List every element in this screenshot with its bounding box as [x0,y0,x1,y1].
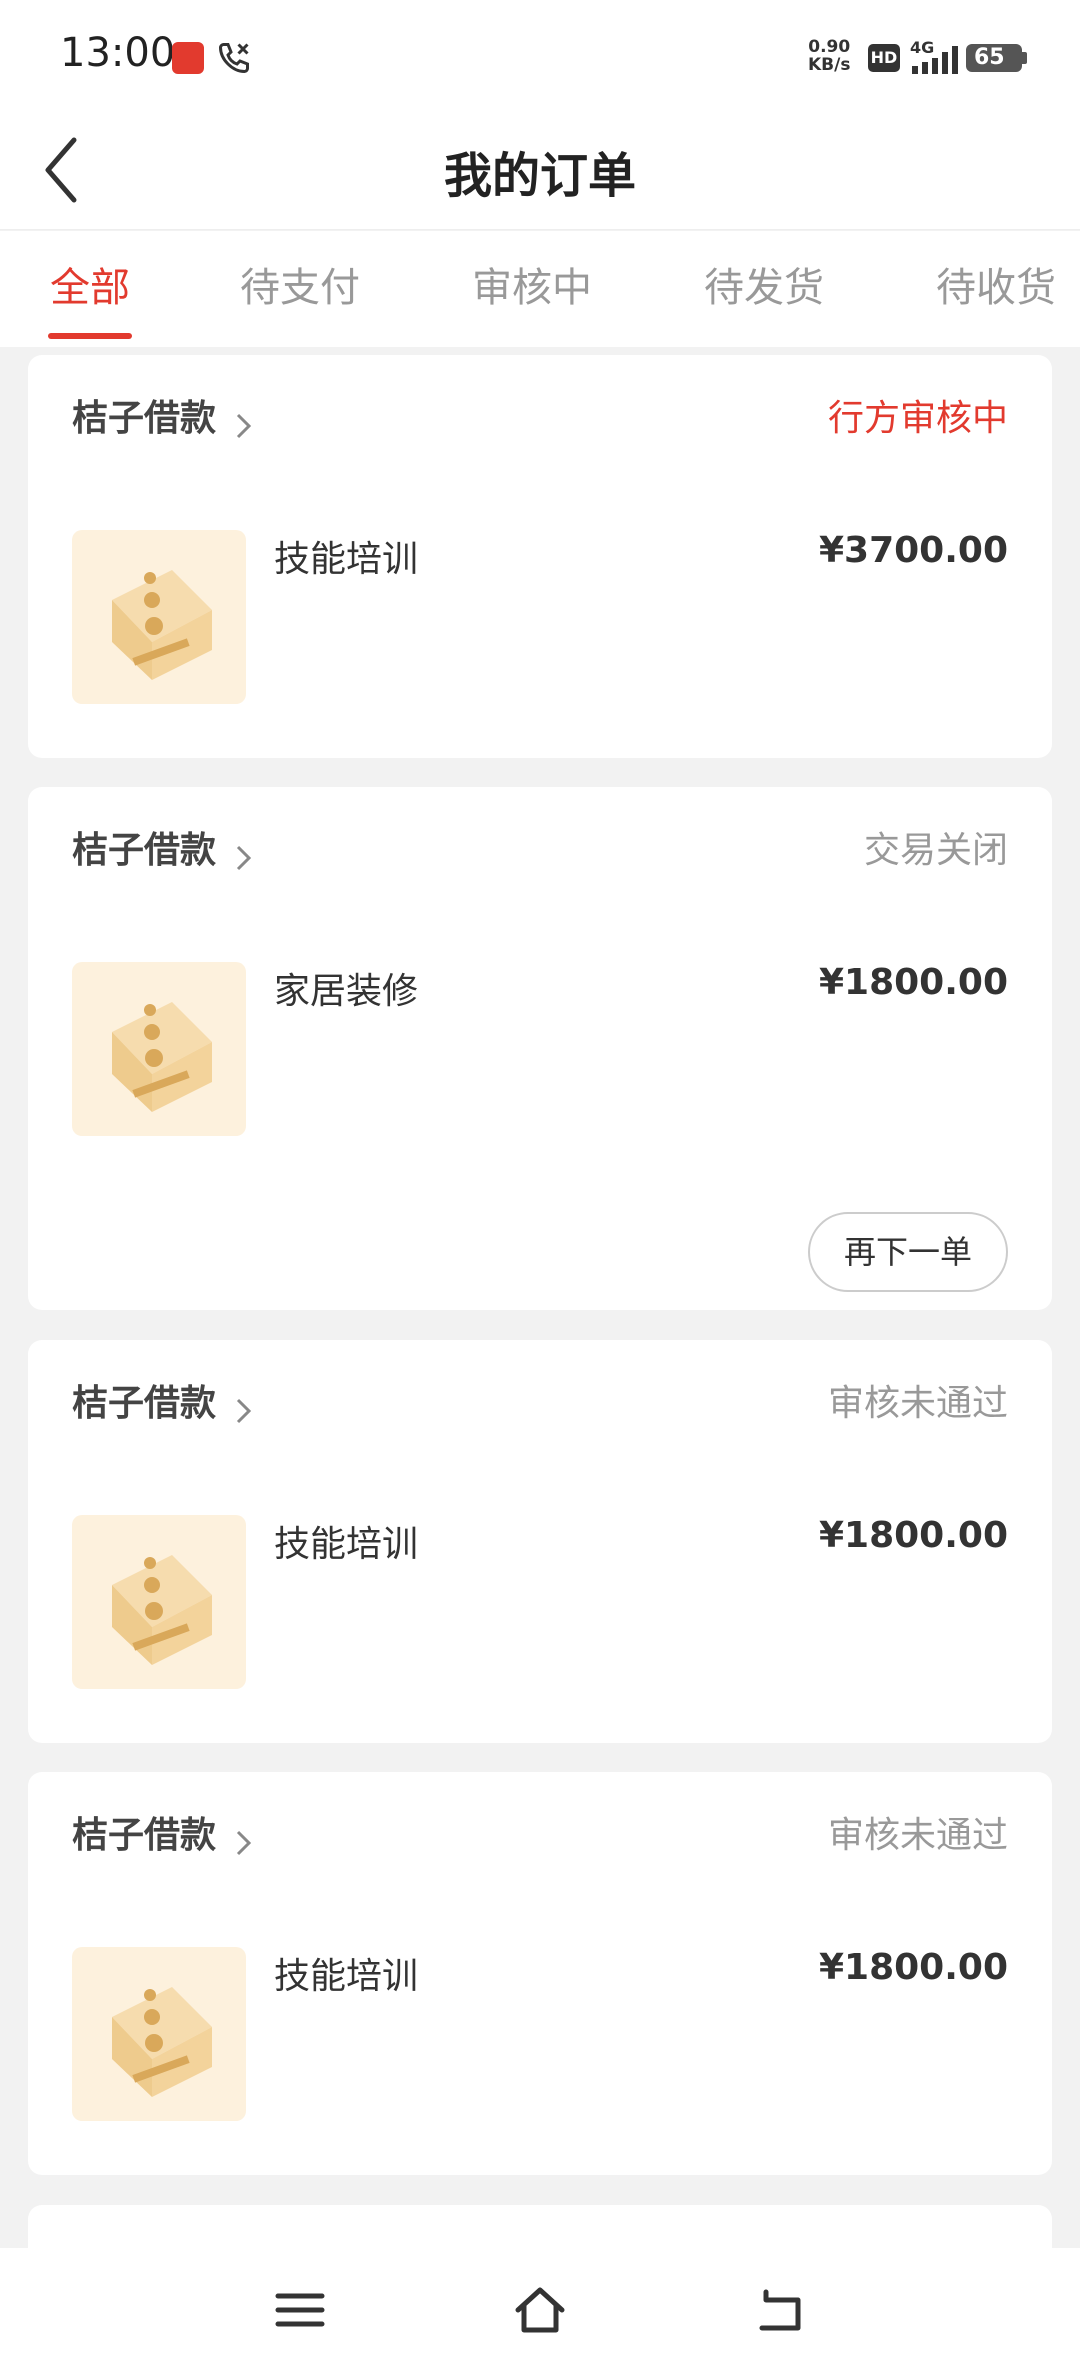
order-card[interactable]: 桔子借款 交易关闭 家居装修 ¥1800.00 再下一单 [28,787,1052,1310]
order-card[interactable]: 桔子借款 审核未通过 技能培训 ¥1800.00 [28,1340,1052,1743]
product-image [72,1947,246,2121]
tab-pending-receipt[interactable]: 待收货 [916,255,1076,347]
battery-icon: 65 [966,44,1022,72]
tab-under-review[interactable]: 审核中 [452,255,612,347]
order-card[interactable]: 桔子借款 审核未通过 技能培训 ¥1800.00 [28,1772,1052,2175]
status-bar: 13:00 0.90 KB/s HD 4G 65 [0,0,1080,110]
network-speed-unit: KB/s [808,55,851,75]
order-price: ¥1800.00 [818,1515,1008,1556]
order-price: ¥3700.00 [818,530,1008,571]
tab-pending-payment[interactable]: 待支付 [220,255,380,347]
shop-name: 桔子借款 [72,1815,217,1856]
battery-cap [1022,52,1027,64]
chevron-right-icon [237,1830,252,1855]
menu-icon[interactable] [272,2282,328,2338]
order-status: 行方审核中 [827,398,1008,439]
order-status: 审核未通过 [827,1383,1008,1424]
reorder-button[interactable]: 再下一单 [808,1212,1008,1292]
signal-icon: 4G [910,38,958,74]
tab-active-indicator [48,333,132,339]
chevron-right-icon [237,413,252,438]
product-image [72,1515,246,1689]
product-name: 技能培训 [274,1956,419,1997]
status-time: 13:00 [60,30,176,76]
order-price: ¥1800.00 [818,1947,1008,1988]
header: 我的订单 [0,110,1080,230]
hd-icon: HD [868,44,900,72]
shop-link[interactable]: 桔子借款 [72,1374,253,1424]
product-name: 技能培训 [274,539,419,580]
order-status: 审核未通过 [827,1815,1008,1856]
app-notification-icon [172,42,204,74]
shop-name: 桔子借款 [72,1383,217,1424]
product-name: 家居装修 [274,971,419,1012]
back-icon[interactable] [752,2282,808,2338]
shop-name: 桔子借款 [72,830,217,871]
chevron-right-icon [237,845,252,870]
shop-name: 桔子借款 [72,398,217,439]
shop-link[interactable]: 桔子借款 [72,1806,253,1856]
product-name: 技能培训 [274,1524,419,1565]
system-navigation-bar [0,2248,1080,2376]
phone-call-icon [218,43,249,74]
chevron-right-icon [237,1398,252,1423]
product-image [72,530,246,704]
tab-pending-shipment[interactable]: 待发货 [684,255,844,347]
order-tabs: 全部 待支付 审核中 待发货 待收货 [0,231,1080,347]
shop-link[interactable]: 桔子借款 [72,821,253,871]
network-speed-value: 0.90 [808,37,851,57]
product-image [72,962,246,1136]
order-status: 交易关闭 [863,830,1008,871]
page-title: 我的订单 [443,148,636,204]
network-speed: 0.90 KB/s [808,38,850,74]
shop-link[interactable]: 桔子借款 [72,389,253,439]
order-card[interactable]: 桔子借款 行方审核中 技能培训 ¥3700.00 [28,355,1052,758]
home-icon[interactable] [512,2282,568,2338]
order-price: ¥1800.00 [818,962,1008,1003]
